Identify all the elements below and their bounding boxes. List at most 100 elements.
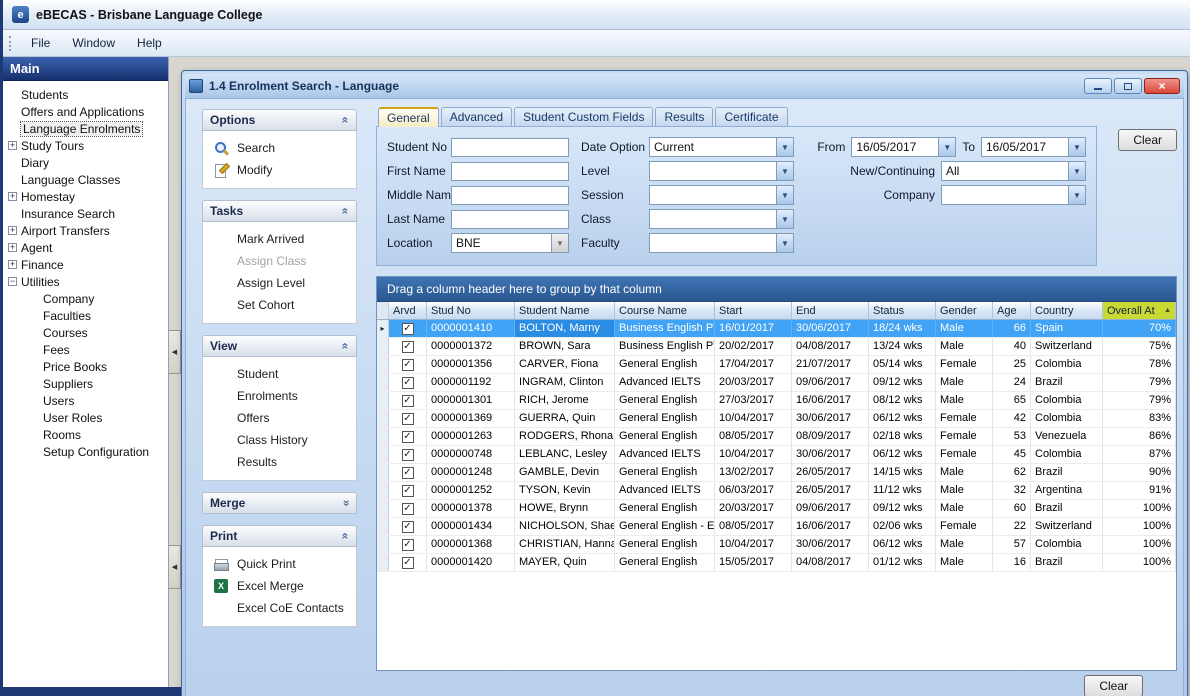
cell-country[interactable]: Colombia (1031, 536, 1103, 553)
cell-end[interactable]: 30/06/2017 (792, 536, 869, 553)
tab-results[interactable]: Results (655, 107, 713, 126)
cell-country[interactable]: Colombia (1031, 410, 1103, 427)
sidebar-item-faculties[interactable]: Faculties (3, 307, 168, 324)
cell-age[interactable]: 25 (993, 356, 1031, 373)
cell-arvd[interactable]: ✓ (389, 428, 427, 445)
column-header-student-name[interactable]: Student Name (515, 302, 615, 319)
table-row[interactable]: ✓0000000748LEBLANC, LesleyAdvanced IELTS… (377, 446, 1176, 464)
cell-gender[interactable]: Male (936, 392, 993, 409)
expand-plus-icon[interactable]: + (8, 243, 17, 252)
expand-plus-icon[interactable]: + (8, 192, 17, 201)
checkbox-checked-icon[interactable]: ✓ (402, 359, 414, 371)
cell-age[interactable]: 16 (993, 554, 1031, 571)
panel-item-set-cohort[interactable]: Set Cohort (203, 294, 356, 316)
chevron-down-icon[interactable]: ▼ (776, 210, 793, 228)
maximize-button[interactable] (1114, 78, 1142, 94)
table-row[interactable]: ✓0000001368CHRISTIAN, HannaGeneral Engli… (377, 536, 1176, 554)
column-header-course-name[interactable]: Course Name (615, 302, 715, 319)
panel-item-offers[interactable]: Offers (203, 407, 356, 429)
cell-country[interactable]: Brazil (1031, 554, 1103, 571)
student-no-input[interactable] (451, 138, 569, 157)
cell-country[interactable]: Colombia (1031, 392, 1103, 409)
cell-age[interactable]: 53 (993, 428, 1031, 445)
cell-stud-no[interactable]: 0000001252 (427, 482, 515, 499)
chevron-down-icon[interactable]: ▼ (551, 234, 568, 252)
sidebar-item-offers-and-applications[interactable]: Offers and Applications (3, 103, 168, 120)
cell-end[interactable]: 26/05/2017 (792, 464, 869, 481)
clear-button[interactable]: Clear (1118, 129, 1177, 151)
cell-student-name[interactable]: GAMBLE, Devin (515, 464, 615, 481)
cell-start[interactable]: 20/02/2017 (715, 338, 792, 355)
cell-start[interactable]: 06/03/2017 (715, 482, 792, 499)
cell-overall-att[interactable]: 100% (1103, 518, 1176, 535)
cell-course-name[interactable]: Advanced IELTS (615, 482, 715, 499)
cell-stud-no[interactable]: 0000001372 (427, 338, 515, 355)
cell-country[interactable]: Switzerland (1031, 338, 1103, 355)
cell-gender[interactable]: Male (936, 464, 993, 481)
cell-course-name[interactable]: General English (615, 410, 715, 427)
sidebar-item-airport-transfers[interactable]: +Airport Transfers (3, 222, 168, 239)
cell-arvd[interactable]: ✓ (389, 374, 427, 391)
cell-age[interactable]: 24 (993, 374, 1031, 391)
cell-end[interactable]: 09/06/2017 (792, 500, 869, 517)
sidebar-item-courses[interactable]: Courses (3, 324, 168, 341)
cell-student-name[interactable]: TYSON, Kevin (515, 482, 615, 499)
table-row[interactable]: ✓0000001263RODGERS, RhonaGeneral English… (377, 428, 1176, 446)
middle-name-input[interactable] (451, 186, 569, 205)
sidebar-item-company[interactable]: Company (3, 290, 168, 307)
cell-stud-no[interactable]: 0000001192 (427, 374, 515, 391)
chevron-down-icon[interactable]: ▼ (1068, 162, 1085, 180)
cell-start[interactable]: 16/01/2017 (715, 320, 792, 337)
cell-gender[interactable]: Male (936, 482, 993, 499)
chevron-down-icon[interactable]: ▼ (1068, 186, 1085, 204)
table-row[interactable]: ✓0000001378HOWE, BrynnGeneral English20/… (377, 500, 1176, 518)
cell-arvd[interactable]: ✓ (389, 338, 427, 355)
cell-course-name[interactable]: General English - E (615, 518, 715, 535)
checkbox-checked-icon[interactable]: ✓ (402, 395, 414, 407)
cell-status[interactable]: 18/24 wks (869, 320, 936, 337)
cell-student-name[interactable]: BOLTON, Marny (515, 320, 615, 337)
cell-age[interactable]: 22 (993, 518, 1031, 535)
sidebar-item-language-enrolments[interactable]: Language Enrolments (3, 120, 168, 137)
class-combo[interactable]: ▼ (649, 209, 794, 229)
cell-arvd[interactable]: ✓ (389, 482, 427, 499)
panel-item-enrolments[interactable]: Enrolments (203, 385, 356, 407)
collapse-minus-icon[interactable]: − (8, 277, 17, 286)
cell-stud-no[interactable]: 0000001410 (427, 320, 515, 337)
cell-status[interactable]: 08/12 wks (869, 392, 936, 409)
cell-stud-no[interactable]: 0000001248 (427, 464, 515, 481)
cell-status[interactable]: 11/12 wks (869, 482, 936, 499)
cell-stud-no[interactable]: 0000001368 (427, 536, 515, 553)
cell-end[interactable]: 30/06/2017 (792, 446, 869, 463)
cell-arvd[interactable]: ✓ (389, 320, 427, 337)
sidebar-item-study-tours[interactable]: +Study Tours (3, 137, 168, 154)
cell-start[interactable]: 13/02/2017 (715, 464, 792, 481)
chevron-down-icon[interactable]: ▼ (1068, 138, 1085, 156)
panel-item-assign-level[interactable]: Assign Level (203, 272, 356, 294)
expand-plus-icon[interactable]: + (8, 226, 17, 235)
level-combo[interactable]: ▼ (649, 161, 794, 181)
clear-button-bottom[interactable]: Clear (1084, 675, 1143, 696)
checkbox-checked-icon[interactable]: ✓ (402, 521, 414, 533)
cell-student-name[interactable]: RICH, Jerome (515, 392, 615, 409)
table-row[interactable]: ✓0000001301RICH, JeromeGeneral English27… (377, 392, 1176, 410)
checkbox-checked-icon[interactable]: ✓ (402, 377, 414, 389)
table-row[interactable]: ✓0000001420MAYER, QuinGeneral English15/… (377, 554, 1176, 572)
cell-overall-att[interactable]: 100% (1103, 536, 1176, 553)
expand-plus-icon[interactable]: + (8, 260, 17, 269)
checkbox-checked-icon[interactable]: ✓ (402, 413, 414, 425)
panel-header-tasks[interactable]: Tasks« (202, 200, 357, 222)
cell-gender[interactable]: Male (936, 374, 993, 391)
faculty-combo[interactable]: ▼ (649, 233, 794, 253)
cell-overall-att[interactable]: 79% (1103, 374, 1176, 391)
cell-stud-no[interactable]: 0000001369 (427, 410, 515, 427)
cell-overall-att[interactable]: 87% (1103, 446, 1176, 463)
cell-gender[interactable]: Female (936, 410, 993, 427)
cell-age[interactable]: 66 (993, 320, 1031, 337)
table-row[interactable]: ✓0000001356CARVER, FionaGeneral English1… (377, 356, 1176, 374)
cell-student-name[interactable]: BROWN, Sara (515, 338, 615, 355)
panel-item-excel-coe-contacts[interactable]: Excel CoE Contacts (203, 597, 356, 619)
panel-header-merge[interactable]: Merge« (202, 492, 357, 514)
tab-certificate[interactable]: Certificate (715, 107, 787, 126)
cell-end[interactable]: 21/07/2017 (792, 356, 869, 373)
